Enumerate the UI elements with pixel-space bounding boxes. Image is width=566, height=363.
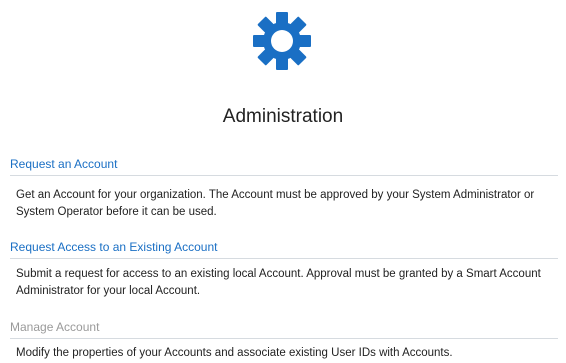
section-divider xyxy=(10,338,558,339)
manage-account-link: Manage Account xyxy=(10,320,100,334)
section-divider xyxy=(10,175,558,176)
request-account-link[interactable]: Request an Account xyxy=(10,157,117,171)
administration-page: Administration Request an Account Get an… xyxy=(0,0,566,363)
manage-account-description: Modify the properties of your Accounts a… xyxy=(16,347,453,359)
gear-icon xyxy=(249,8,315,74)
request-access-existing-account-link[interactable]: Request Access to an Existing Account xyxy=(10,240,217,254)
section-divider xyxy=(10,258,558,259)
request-account-description: Get an Account for your organization. Th… xyxy=(16,189,535,218)
page-title: Administration xyxy=(222,106,344,127)
request-access-description: Submit a request for access to an existi… xyxy=(16,268,541,297)
